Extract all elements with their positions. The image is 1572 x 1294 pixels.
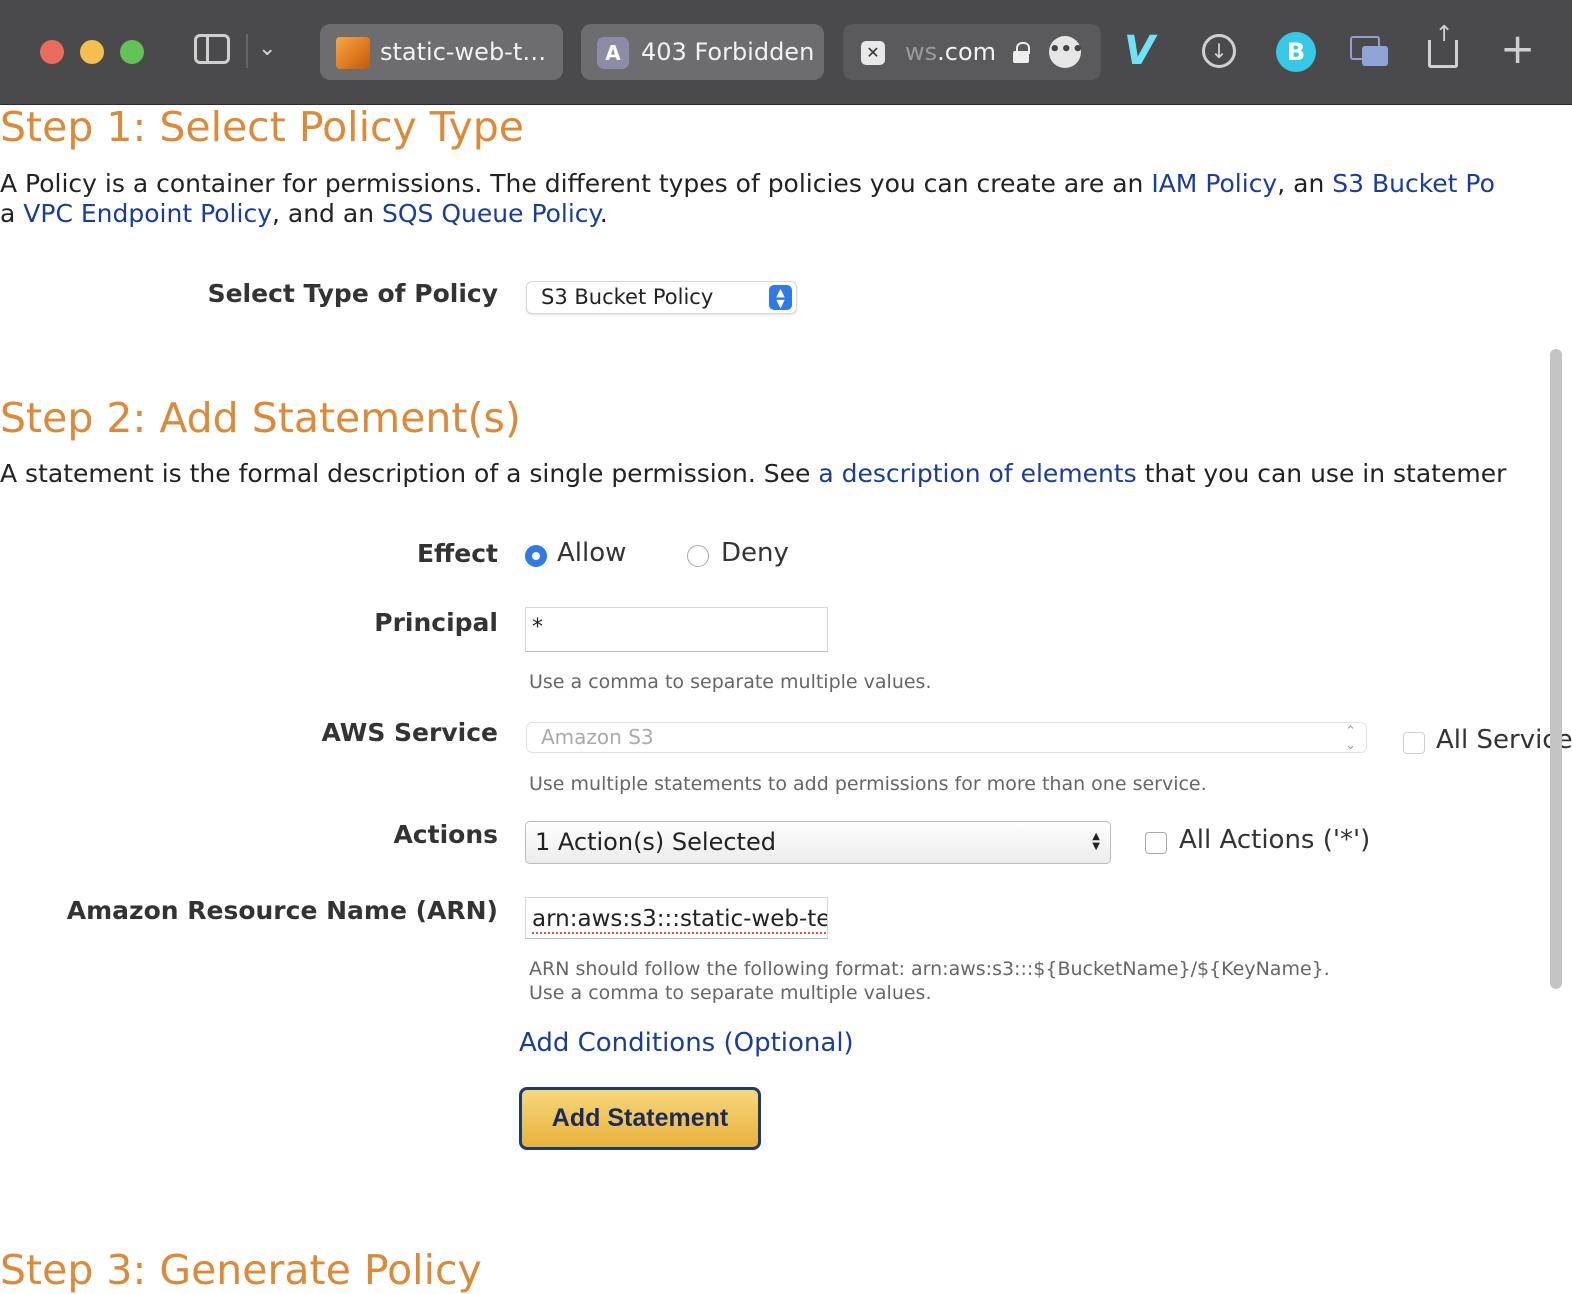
effect-allow-label[interactable]: Allow [557,538,626,568]
url-domain-text: .com [937,38,997,66]
intro-text: A Policy is a container for permissions.… [0,169,1152,198]
add-conditions-link[interactable]: Add Conditions (Optional) [519,1028,854,1058]
vivid-extension-icon[interactable]: V [1124,28,1155,74]
bitwarden-extension-icon[interactable]: B [1276,32,1316,72]
page-scrollbar[interactable] [1550,349,1562,989]
tab-label: static-web-t… [380,38,547,66]
aws-service-help: Use multiple statements to add permissio… [529,773,1207,795]
download-icon[interactable]: ↓ [1202,34,1236,68]
close-tab-icon[interactable]: ✕ [861,41,885,65]
share-icon[interactable]: ↑ [1428,22,1458,68]
add-statement-button[interactable]: Add Statement [519,1087,761,1150]
step1-heading: Step 1: Select Policy Type [0,103,524,151]
effect-deny-radio[interactable] [687,545,709,567]
effect-allow-radio[interactable] [525,545,547,567]
step2-intro: A statement is the formal description of… [0,459,1506,489]
arn-input[interactable]: arn:aws:s3:::static-web-te [525,897,828,939]
arn-help-line1: ARN should follow the following format: … [529,958,1330,980]
sidebar-toggle-icon[interactable] [194,34,230,64]
toolbar-divider [246,34,248,68]
intro-text: , and an [272,199,382,228]
policy-type-select[interactable]: S3 Bucket Policy ▲ ▼ [526,281,797,314]
description-of-elements-link[interactable]: a description of elements [818,459,1136,488]
policy-type-value: S3 Bucket Policy [541,285,714,309]
more-options-icon[interactable]: ••• [1049,36,1084,68]
minimize-window-button[interactable] [80,40,104,64]
principal-input[interactable]: * [525,607,828,652]
picture-in-picture-icon[interactable] [1350,36,1388,68]
letter-a-icon: A [597,37,629,69]
arn-value: arn:aws:s3:::static-web-te [532,906,827,934]
actions-select[interactable]: 1 Action(s) Selected ▲ ▼ [525,821,1111,864]
effect-label: Effect [416,539,498,568]
actions-label: Actions [393,820,498,849]
aws-service-label: AWS Service [321,718,498,747]
tab-static-web[interactable]: static-web-t… [320,24,563,80]
zoom-window-button[interactable] [120,40,144,64]
tab-active-url[interactable]: ✕ ws.com ••• [843,24,1101,80]
actions-value: 1 Action(s) Selected [535,828,776,856]
tab-label: 403 Forbidden [641,38,815,66]
policy-type-label: Select Type of Policy [207,279,498,308]
close-window-button[interactable] [40,40,64,64]
url-text[interactable]: ws.com [905,24,996,80]
arn-label: Amazon Resource Name (ARN) [66,896,498,925]
all-actions-checkbox[interactable] [1145,832,1167,854]
browser-toolbar: ⌄ static-web-t… A 403 Forbidden ✕ ws.com… [0,0,1572,105]
new-tab-icon[interactable]: + [1500,26,1535,72]
aws-service-select[interactable]: Amazon S3 ⌃ ⌄ [526,722,1367,753]
step1-intro-line2: a VPC Endpoint Policy, and an SQS Queue … [0,199,608,229]
step1-intro-line1: A Policy is a container for permissions.… [0,169,1495,199]
aws-service-value: Amazon S3 [541,725,654,749]
url-faded-text: ws [905,38,938,66]
intro-text: . [599,199,608,228]
aws-cube-icon [336,37,370,69]
principal-help: Use a comma to separate multiple values. [529,671,932,693]
intro-text: A statement is the formal description of… [0,459,819,488]
lock-icon [1013,42,1030,63]
principal-label: Principal [374,608,498,637]
arn-help-line2: Use a comma to separate multiple values. [529,982,932,1004]
intro-text: , an [1277,169,1333,198]
intro-text: that you can use in statemer [1136,459,1507,488]
step3-heading: Step 3: Generate Policy [0,1246,482,1294]
select-arrows-icon: ▲ ▼ [1092,831,1100,852]
select-arrows-icon: ⌃ ⌄ [1345,724,1356,753]
iam-policy-link[interactable]: IAM Policy [1151,169,1277,198]
effect-deny-label[interactable]: Deny [721,538,789,568]
vpc-endpoint-policy-link[interactable]: VPC Endpoint Policy [23,199,272,228]
all-services-checkbox[interactable] [1403,732,1425,754]
all-actions-label[interactable]: All Actions ('*') [1179,825,1370,855]
intro-text: a [0,199,24,228]
select-stepper-icon: ▲ ▼ [769,285,792,310]
step2-heading: Step 2: Add Statement(s) [0,394,521,442]
tab-403-forbidden[interactable]: A 403 Forbidden [581,24,824,80]
s3-bucket-policy-link[interactable]: S3 Bucket Po [1332,169,1495,198]
chevron-down-icon[interactable]: ⌄ [258,36,276,61]
sqs-queue-policy-link[interactable]: SQS Queue Policy [382,199,600,228]
principal-value: * [532,615,543,640]
